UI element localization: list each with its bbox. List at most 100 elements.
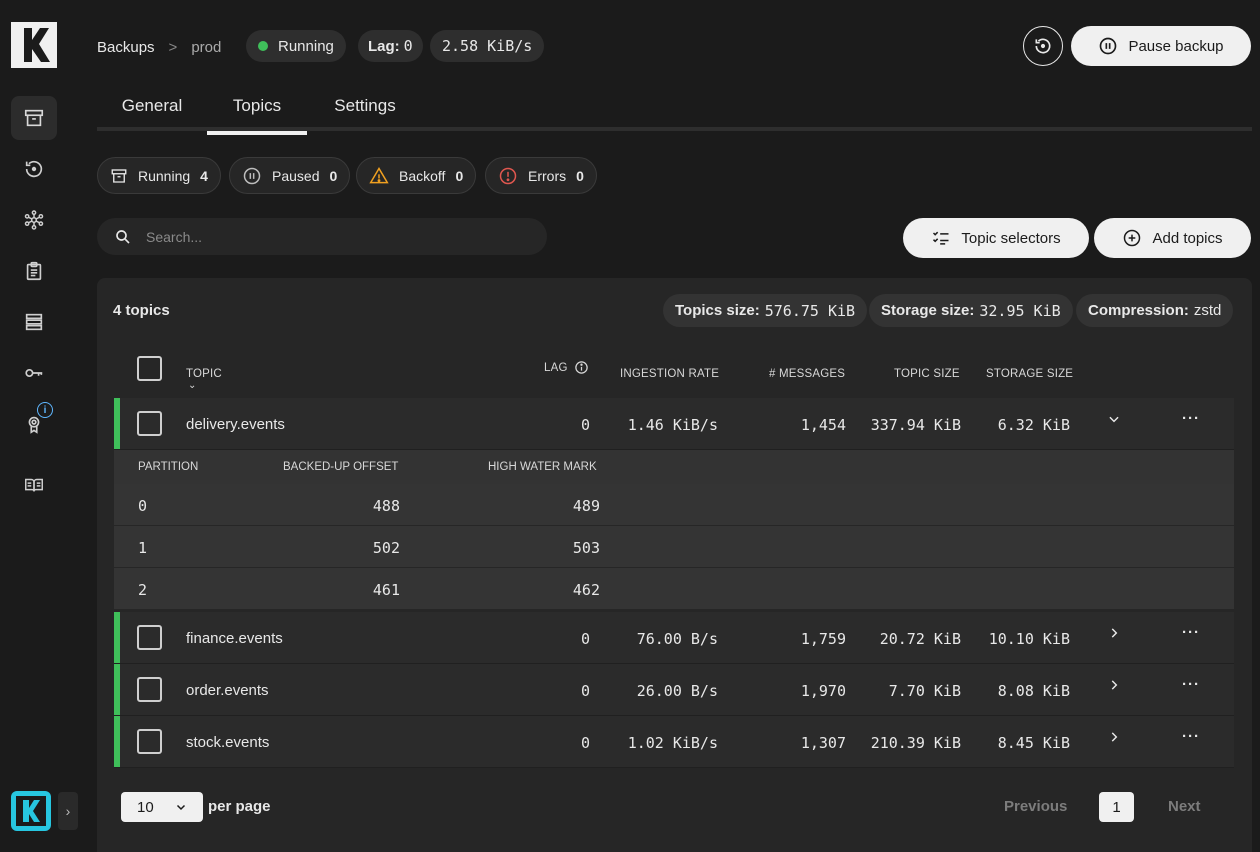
- page-size-select[interactable]: 10: [121, 792, 203, 822]
- nav-clipboard-icon[interactable]: [11, 249, 57, 293]
- table-row[interactable]: order.events 0 26.00 B/s 1,970 7.70 KiB …: [114, 664, 1234, 716]
- topics-size-pill: Topics size: 576.75 KiB: [663, 294, 868, 327]
- row-checkbox[interactable]: [137, 677, 162, 702]
- pause-backup-button[interactable]: Pause backup: [1071, 26, 1251, 66]
- select-all-checkbox[interactable]: [137, 356, 162, 381]
- more-options-icon[interactable]: ···: [1182, 676, 1200, 693]
- lag-pill: Lag: 0: [358, 30, 423, 62]
- nav-storage-icon[interactable]: [11, 300, 57, 344]
- previous-page-button[interactable]: Previous: [1004, 798, 1067, 815]
- column-storage-size: STORAGE SIZE: [986, 368, 1074, 380]
- column-lag: LAG: [544, 360, 589, 375]
- compression-label: Compression:: [1088, 302, 1189, 319]
- tab-topics[interactable]: Topics: [207, 86, 307, 135]
- row-checkbox[interactable]: [137, 729, 162, 754]
- pause-circle-icon: [1100, 37, 1117, 55]
- table-row[interactable]: delivery.events 0 1.46 KiB/s 1,454 337.9…: [114, 398, 1234, 450]
- nav-cluster-icon[interactable]: [11, 198, 57, 242]
- archive-icon: [111, 168, 127, 183]
- tab-bar: General Topics Settings: [97, 86, 1252, 135]
- page-1-button[interactable]: 1: [1099, 792, 1134, 822]
- topic-size: 337.94 KiB: [870, 416, 961, 434]
- storage-size-pill: Storage size: 32.95 KiB: [869, 294, 1073, 327]
- expand-chevron-right-icon[interactable]: [1107, 626, 1121, 644]
- partition-row: 2 461 462: [114, 568, 1234, 610]
- tab-settings[interactable]: Settings: [330, 86, 400, 131]
- nav-key-icon[interactable]: [11, 351, 57, 395]
- ingestion-rate: 1.46 KiB/s: [627, 416, 718, 434]
- topic-size: 20.72 KiB: [879, 630, 961, 648]
- topic-size: 7.70 KiB: [888, 682, 961, 700]
- breadcrumb-separator-icon: >: [168, 38, 178, 56]
- status-bar: [114, 664, 120, 715]
- storage-size: 8.08 KiB: [997, 682, 1070, 700]
- nav-backups-icon[interactable]: [11, 96, 57, 140]
- partition-header: PARTITION BACKED-UP OFFSET HIGH WATER MA…: [114, 450, 1234, 484]
- filter-running-label: Running: [138, 167, 191, 184]
- column-topic-size: TOPIC SIZE: [894, 368, 960, 380]
- history-icon: [1035, 38, 1051, 54]
- expand-sidebar-chevron-icon[interactable]: ›: [58, 792, 78, 830]
- topic-name[interactable]: stock.events: [186, 734, 269, 751]
- filter-errors-chip[interactable]: Errors 0: [485, 157, 597, 194]
- more-options-icon[interactable]: ···: [1182, 728, 1200, 745]
- lag-value: 0: [580, 630, 590, 648]
- warning-triangle-icon: [369, 166, 389, 183]
- row-checkbox[interactable]: [137, 625, 162, 650]
- ingestion-rate: 26.00 B/s: [636, 682, 718, 700]
- topic-name[interactable]: delivery.events: [186, 416, 285, 433]
- running-dot-icon: [258, 41, 268, 51]
- table-header: TOPIC ⌄ LAG INGESTION RATE # MESSAGES TO…: [114, 338, 1234, 398]
- search-icon: [116, 229, 130, 244]
- backed-up-offset: 488: [372, 497, 400, 515]
- sidebar: i ›: [0, 0, 78, 852]
- lag-label: Lag:: [368, 37, 400, 55]
- table-row[interactable]: stock.events 0 1.02 KiB/s 1,307 210.39 K…: [114, 716, 1234, 768]
- more-options-icon[interactable]: ···: [1182, 624, 1200, 641]
- compression-pill: Compression: zstd: [1076, 294, 1234, 327]
- messages-count: 1,759: [800, 630, 846, 648]
- page-size-value: 10: [137, 798, 154, 816]
- more-options-icon[interactable]: ···: [1182, 410, 1200, 427]
- high-water-mark: 503: [572, 539, 600, 557]
- filter-backoff-chip[interactable]: Backoff 0: [356, 157, 477, 194]
- high-water-mark: 489: [572, 497, 600, 515]
- messages-count: 1,970: [800, 682, 846, 700]
- breadcrumb: Backups > prod: [97, 36, 221, 58]
- expand-chevron-right-icon[interactable]: [1107, 730, 1121, 748]
- next-page-button[interactable]: Next: [1168, 798, 1201, 815]
- nav-docs-icon[interactable]: [11, 463, 57, 507]
- topic-name[interactable]: finance.events: [186, 630, 283, 647]
- row-checkbox[interactable]: [137, 411, 162, 436]
- sort-chevron-down-icon[interactable]: ⌄: [188, 380, 222, 392]
- storage-size-label: Storage size:: [881, 302, 975, 319]
- add-topics-button[interactable]: Add topics: [1094, 218, 1251, 258]
- brand-logo[interactable]: [11, 22, 57, 68]
- backed-up-offset: 502: [372, 539, 400, 557]
- topic-name[interactable]: order.events: [186, 682, 269, 699]
- restore-button[interactable]: [1023, 26, 1063, 66]
- workspace-logo[interactable]: [11, 791, 51, 831]
- tab-general[interactable]: General: [121, 86, 183, 131]
- nav-license-icon[interactable]: i: [11, 402, 57, 446]
- search-input[interactable]: [146, 228, 526, 245]
- table-row[interactable]: finance.events 0 76.00 B/s 1,759 20.72 K…: [114, 612, 1234, 664]
- compression-value: zstd: [1193, 302, 1222, 319]
- storage-size: 10.10 KiB: [988, 630, 1070, 648]
- lag-value: 0: [580, 734, 590, 752]
- filter-running-chip[interactable]: Running 4: [97, 157, 221, 194]
- column-topic[interactable]: TOPIC ⌄: [186, 368, 222, 392]
- topic-selectors-label: Topic selectors: [961, 229, 1061, 247]
- expand-chevron-right-icon[interactable]: [1107, 678, 1121, 696]
- collapse-chevron-down-icon[interactable]: [1107, 412, 1121, 430]
- lag-value: 0: [403, 37, 413, 55]
- column-messages: # MESSAGES: [769, 368, 846, 380]
- filter-running-count: 4: [200, 167, 208, 184]
- nav-restore-icon[interactable]: [11, 147, 57, 191]
- pause-backup-label: Pause backup: [1128, 37, 1224, 55]
- breadcrumb-root-link[interactable]: Backups: [97, 39, 155, 56]
- topic-selectors-button[interactable]: Topic selectors: [903, 218, 1089, 258]
- column-topic-label: TOPIC: [186, 368, 222, 380]
- messages-count: 1,307: [800, 734, 846, 752]
- filter-paused-chip[interactable]: Paused 0: [229, 157, 351, 194]
